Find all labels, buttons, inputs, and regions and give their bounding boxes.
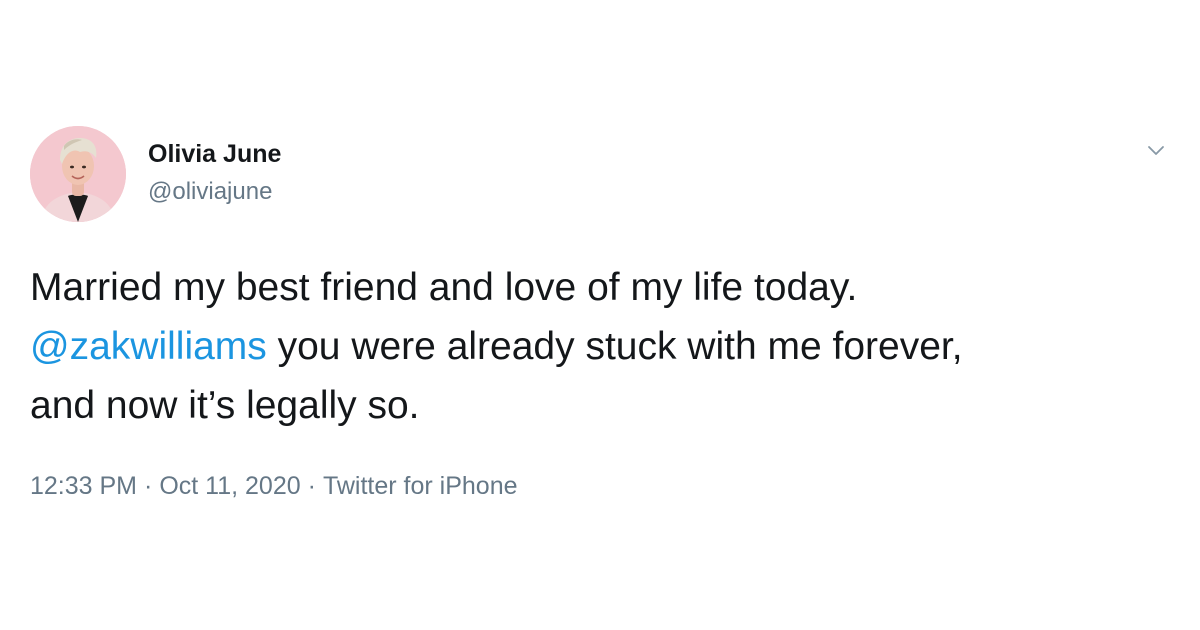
meta-separator: · <box>307 472 316 500</box>
tweet-line-text: you were already stuck with me forever, <box>266 325 963 368</box>
tweet-metadata: 12:33 PM · Oct 11, 2020 · Twitter for iPhone <box>30 469 518 503</box>
tweet-menu-button[interactable] <box>1140 134 1172 166</box>
mention-link[interactable]: @zakwilliams <box>30 325 267 368</box>
tweet-date-link[interactable]: Oct 11, 2020 <box>159 472 300 500</box>
tweet-time-link[interactable]: 12:33 PM <box>30 472 137 500</box>
avatar-photo <box>30 126 126 222</box>
tweet-text: Married my best friend and love of my li… <box>30 258 1170 435</box>
chevron-down-icon <box>1148 146 1164 155</box>
tweet-line: @zakwilliams you were already stuck with… <box>30 317 1170 376</box>
tweet-line: and now it’s legally so. <box>30 384 420 427</box>
tweet-source-link[interactable]: Twitter for iPhone <box>323 472 518 500</box>
tweet-line: Married my best friend and love of my li… <box>30 266 858 309</box>
avatar[interactable] <box>30 126 126 222</box>
user-handle[interactable]: @oliviajune <box>148 176 272 208</box>
tweet-card: Olivia June @oliviajune Married my best … <box>0 0 1200 630</box>
display-name[interactable]: Olivia June <box>148 138 281 170</box>
meta-separator: · <box>144 472 153 500</box>
